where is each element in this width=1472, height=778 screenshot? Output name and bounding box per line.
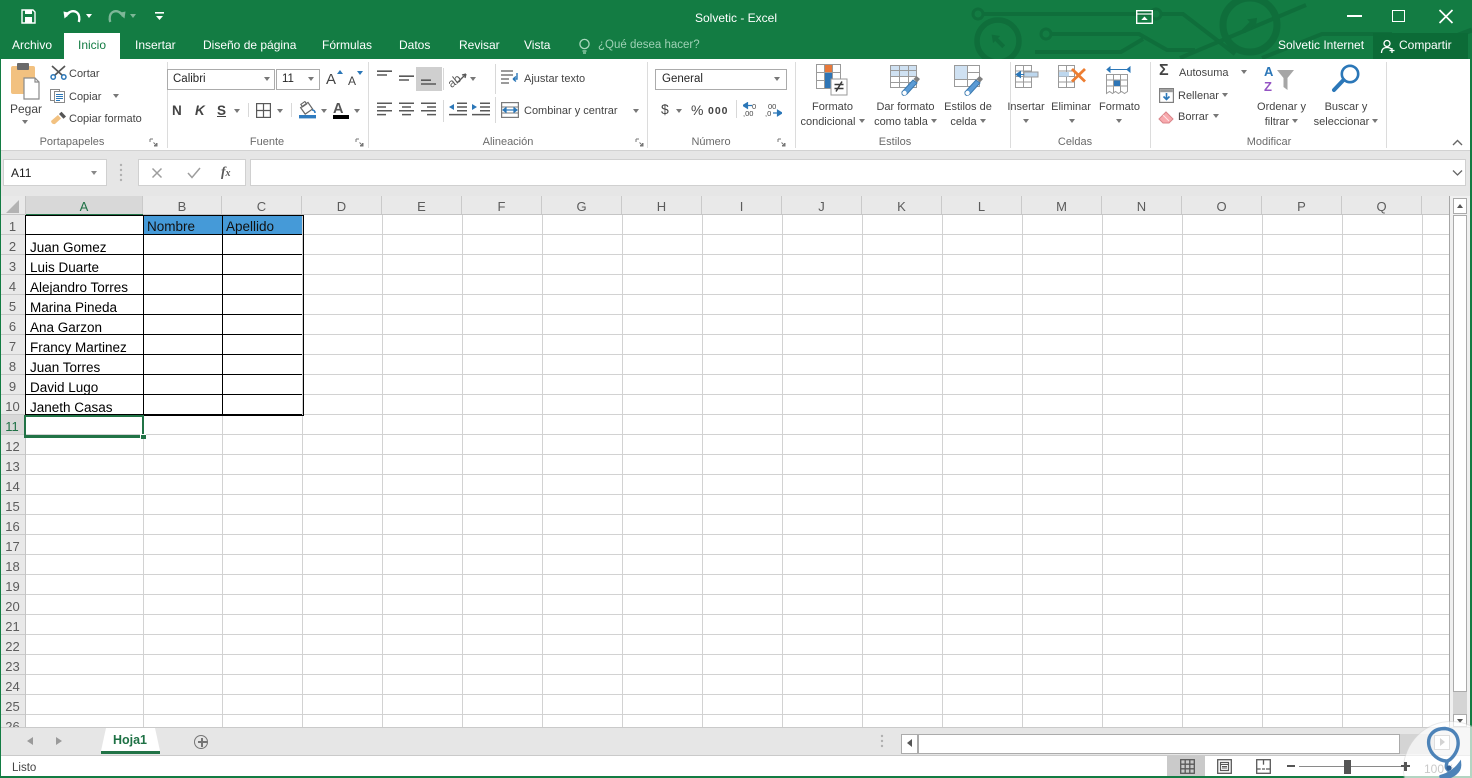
svg-text:Z: Z xyxy=(1264,79,1272,94)
svg-text:,0: ,0 xyxy=(765,109,771,117)
svg-text:,00: ,00 xyxy=(743,109,753,117)
svg-text:ab: ab xyxy=(449,71,464,88)
svg-text:A: A xyxy=(1264,64,1274,79)
